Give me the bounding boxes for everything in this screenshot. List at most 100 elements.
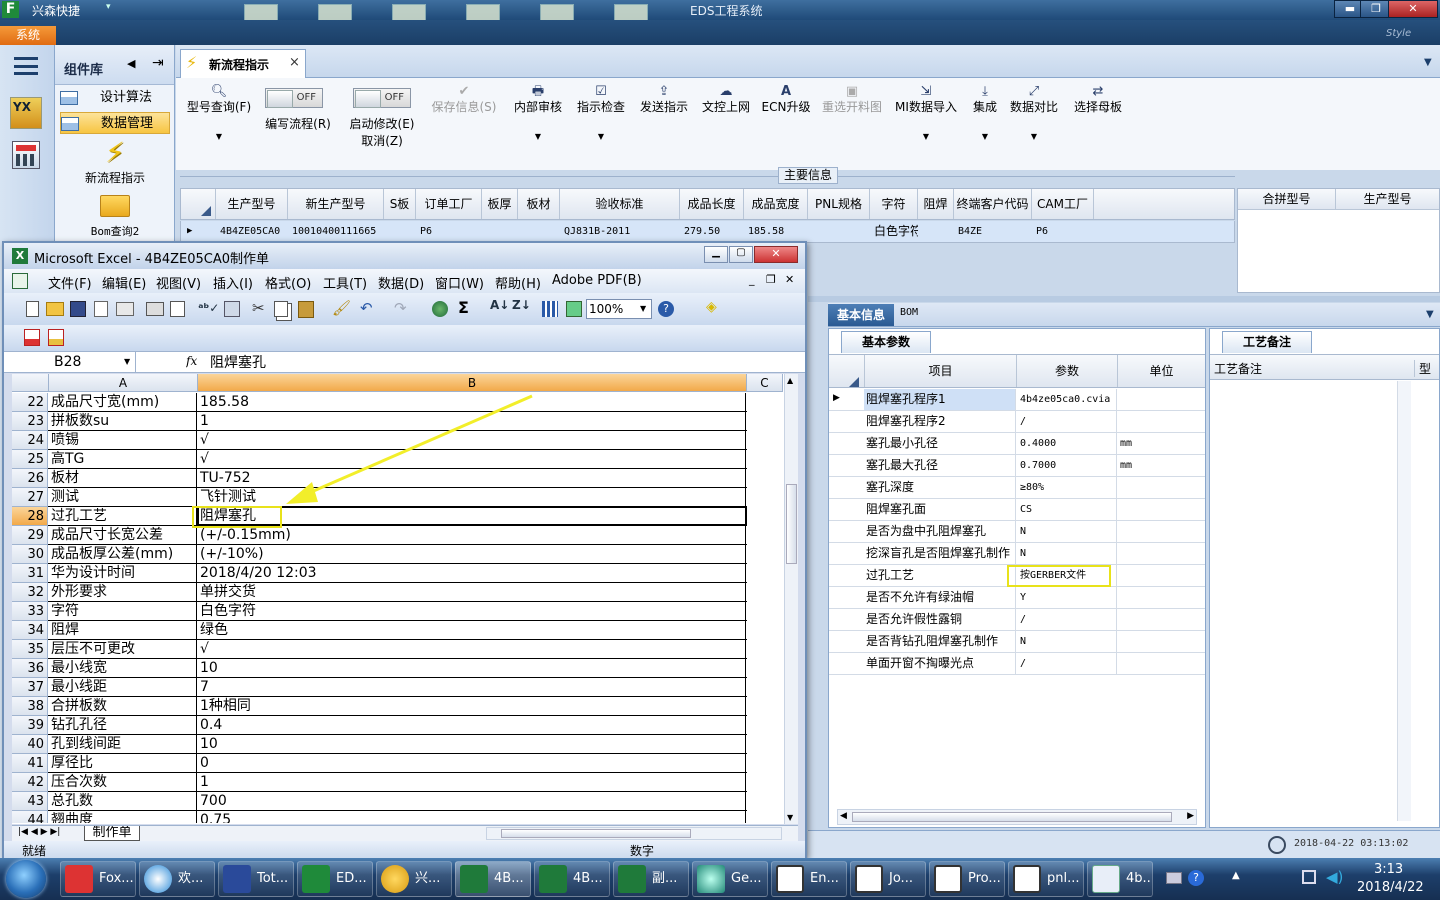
pin-icon[interactable]: ⇥ [152, 55, 164, 71]
cell-b[interactable]: (+/-0.15mm) [198, 526, 746, 544]
taskbar-item-excel-3[interactable]: 副... [613, 861, 689, 897]
column-header[interactable]: CAM工厂 [1032, 189, 1094, 219]
param-value[interactable]: / [1017, 653, 1117, 674]
paste-icon[interactable] [298, 301, 314, 318]
scroll-thumb[interactable] [852, 812, 1172, 822]
instruction-check-button[interactable]: ☑ 指示检查 ▼ [573, 84, 629, 144]
cancel-label[interactable]: 取消(Z) [352, 134, 412, 149]
table-row[interactable]: 39 钻孔孔径 0.4 [12, 716, 747, 735]
vertical-scrollbar[interactable]: ▲ ▼ [784, 374, 798, 824]
cell-b[interactable]: 1 [198, 773, 746, 791]
cell-a[interactable]: 华为设计时间 [49, 564, 197, 582]
table-row[interactable]: ▶ 4B4ZE05CA0 10010400111665 P6 QJ831B-20… [180, 221, 1235, 243]
menu-view[interactable]: 视图(V) [156, 273, 201, 292]
taskbar-item-en[interactable]: En... [771, 861, 847, 897]
tab-bom[interactable]: BOM [900, 307, 918, 318]
cell-a[interactable]: 成品尺寸长宽公差 [49, 526, 197, 544]
cell-a[interactable]: 压合次数 [49, 773, 197, 791]
column-header[interactable]: 字符 [870, 189, 918, 219]
help-icon[interactable]: ? [658, 301, 674, 317]
taskbar-item-notepad[interactable]: 4b... [1087, 861, 1153, 897]
table-cell[interactable]: 185.58 [744, 221, 808, 242]
taskbar-item-pro[interactable]: Pro... [929, 861, 1005, 897]
row-number[interactable]: 33 [12, 602, 48, 621]
menu-adobe-pdf[interactable]: Adobe PDF(B) [552, 273, 642, 288]
chart-wizard-icon[interactable] [542, 301, 558, 317]
edit-flow-toggle[interactable]: OFF [265, 88, 323, 108]
menu-edit[interactable]: 编辑(E) [102, 273, 146, 292]
doc-minimize-icon[interactable]: _ [749, 273, 755, 286]
pdf-convert-icon[interactable] [24, 329, 40, 346]
tabs-dropdown-icon[interactable]: ▼ [1424, 57, 1432, 68]
row-number[interactable]: 40 [12, 735, 48, 754]
cell-a[interactable]: 阻焊 [49, 621, 197, 639]
column-header[interactable]: 新生产型号 [288, 189, 384, 219]
nav-big-item-new-flow[interactable]: ⚡ 新流程指示 [60, 137, 170, 189]
cell-a[interactable]: 最小线宽 [49, 659, 197, 677]
cell-b[interactable]: 0.75 [198, 811, 746, 823]
taskbar-item-ie[interactable]: 欢... [139, 861, 215, 897]
new-icon[interactable] [26, 301, 39, 317]
name-box[interactable]: B28 [12, 352, 136, 372]
table-row[interactable]: 塞孔最小孔径 0.4000 mm [829, 433, 1205, 455]
table-row[interactable]: 37 最小线距 7 [12, 678, 747, 697]
volume-icon[interactable]: ◀) [1326, 868, 1343, 886]
table-row[interactable]: ▶ 阻焊塞孔程序1 4b4ze05ca0.cvia [829, 389, 1205, 411]
cell-a[interactable]: 拼板数su [49, 412, 197, 430]
cut-icon[interactable]: ✂ [252, 299, 265, 317]
control-upload-button[interactable]: ☁ 文控上网 [698, 84, 754, 115]
horizontal-scrollbar[interactable] [486, 827, 782, 840]
taskbar-item-foxmail[interactable]: Fox... [60, 861, 136, 897]
nav-item-design-algorithm[interactable]: 设计算法 [60, 87, 170, 109]
column-header[interactable]: 生产型号 [216, 189, 288, 219]
param-value[interactable]: N [1017, 543, 1117, 564]
cell-b[interactable]: (+/-10%) [198, 545, 746, 563]
param-value[interactable]: N [1017, 631, 1117, 652]
cell-a[interactable]: 成品尺寸宽(mm) [49, 393, 197, 411]
type-query-button[interactable]: 🔍︎ 型号查询(F) ▼ [184, 84, 254, 144]
copy-icon[interactable] [274, 301, 288, 317]
undo-icon[interactable]: ↶ [360, 299, 373, 317]
table-cell[interactable]: P6 [416, 221, 482, 242]
row-number[interactable]: 23 [12, 412, 48, 431]
table-cell[interactable]: 10010400111665 [288, 221, 384, 242]
nav-big-item-bom-query[interactable]: Bom查询2 [60, 195, 170, 243]
table-row[interactable]: 29 成品尺寸长宽公差 (+/-0.15mm) [12, 526, 747, 545]
table-row[interactable]: 塞孔深度 ≥80% [829, 477, 1205, 499]
table-cell[interactable]: 白色字符 [870, 221, 918, 242]
cell-a[interactable]: 钻孔孔径 [49, 716, 197, 734]
table-cell[interactable] [482, 221, 518, 242]
row-number[interactable]: 27 [12, 488, 48, 507]
table-row[interactable]: 40 孔到线间距 10 [12, 735, 747, 754]
dropdown-icon[interactable]: ▼ [968, 129, 1002, 144]
column-header[interactable]: 合拼型号 [1238, 189, 1336, 210]
data-compare-button[interactable]: ⤢ 数据对比 ▼ [1008, 84, 1060, 144]
sheet-nav-first-icon[interactable]: |◀ ◀ ▶ ▶| [18, 827, 60, 837]
clock-time[interactable]: 3:13 [1374, 862, 1403, 877]
cell-a[interactable]: 成品板厚公差(mm) [49, 545, 197, 563]
column-header[interactable]: 验收标准 [560, 189, 680, 219]
print-preview-icon[interactable] [170, 301, 185, 317]
cell-a[interactable]: 厚径比 [49, 754, 197, 772]
table-row[interactable]: 31 华为设计时间 2018/4/20 12:03 [12, 564, 747, 583]
scroll-thumb[interactable] [786, 484, 797, 564]
param-value[interactable]: ≥80% [1017, 477, 1117, 498]
row-number[interactable]: 37 [12, 678, 48, 697]
table-row[interactable]: 阻焊塞孔面 CS [829, 499, 1205, 521]
table-cell[interactable]: B4ZE [954, 221, 1032, 242]
row-number[interactable]: 41 [12, 754, 48, 773]
cell-a[interactable]: 孔到线间距 [49, 735, 197, 753]
tab-new-flow-instruction[interactable]: ⚡ 新流程指示 × [180, 49, 306, 79]
column-header[interactable]: 板材 [518, 189, 560, 219]
reselect-material-button[interactable]: ▣ 重选开料图 [820, 84, 884, 115]
enable-modify-toggle[interactable]: OFF [353, 88, 411, 108]
dropdown-icon[interactable]: ▼ [510, 129, 566, 144]
column-header[interactable]: 生产型号 [1336, 189, 1439, 210]
cell-a[interactable]: 最小线距 [49, 678, 197, 696]
cell-b[interactable]: 白色字符 [198, 602, 746, 620]
tab-close-icon[interactable]: × [289, 55, 300, 70]
row-number[interactable]: 39 [12, 716, 48, 735]
dropdown-icon[interactable]: ▼ [184, 129, 254, 144]
tab-basic-params[interactable]: 基本参数 [841, 331, 931, 353]
column-header-a[interactable]: A [49, 374, 198, 392]
